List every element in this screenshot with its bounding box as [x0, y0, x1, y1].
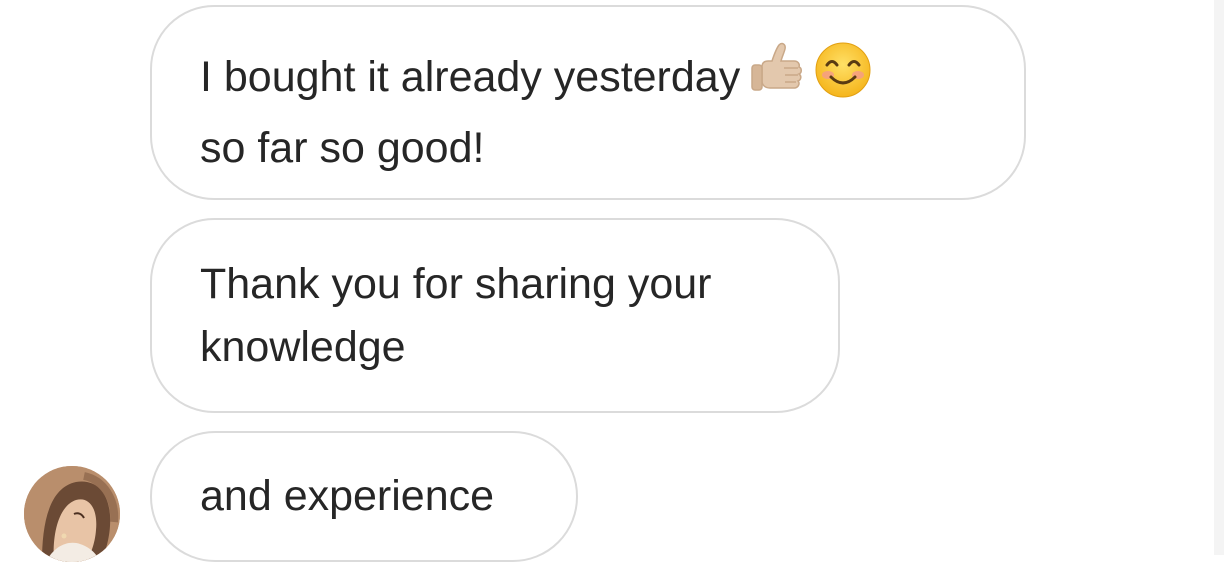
message-line: knowledge: [200, 323, 406, 371]
message-line: I bought it already yesterday: [200, 41, 978, 117]
message-line: and experience: [200, 472, 495, 520]
message-bubble[interactable]: I bought it already yesterday so far so …: [150, 5, 1026, 200]
message-line: so far so good!: [200, 124, 485, 172]
message-line: Thank you for sharing your: [200, 260, 712, 308]
thumbs-up-icon: [748, 41, 806, 117]
avatar[interactable]: [24, 466, 120, 562]
scrollbar-track[interactable]: [1214, 0, 1224, 555]
message-bubble[interactable]: and experience: [150, 431, 578, 562]
message-bubble[interactable]: Thank you for sharing your knowledge: [150, 218, 840, 413]
smiling-face-icon: [814, 41, 872, 117]
message-thread: I bought it already yesterday so far so …: [0, 0, 1214, 583]
message-text: I bought it already yesterday: [200, 53, 741, 101]
